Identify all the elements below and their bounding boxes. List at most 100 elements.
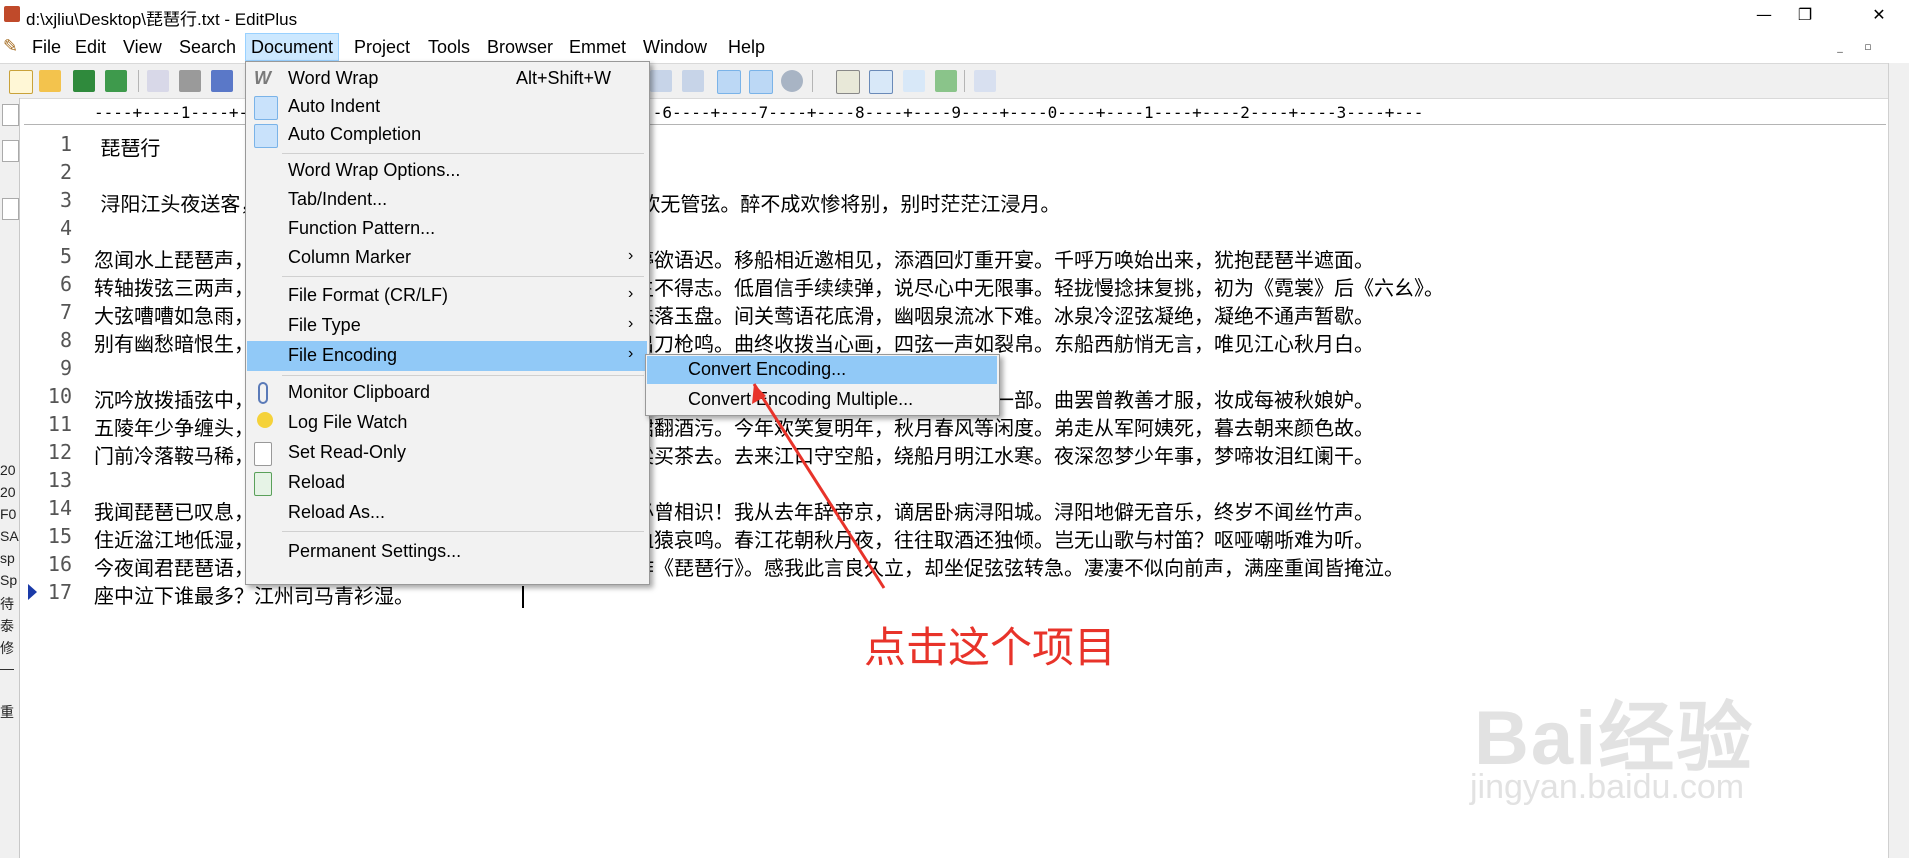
menu-item-auto-indent[interactable]: Auto Indent (247, 93, 647, 121)
spell-check-icon[interactable] (211, 70, 233, 92)
menu-project[interactable]: Project (349, 33, 415, 61)
open-folder-icon[interactable] (39, 70, 61, 92)
text-line: 琵琶行 (94, 136, 161, 160)
save-icon[interactable] (73, 70, 95, 92)
output-window-icon[interactable] (903, 70, 925, 92)
submenu-arrow-icon: › (628, 345, 634, 362)
panel-text: SA (0, 528, 19, 544)
panel-text: sp (0, 550, 15, 566)
menu-view[interactable]: View (118, 33, 167, 61)
baidu-jingyan-watermark: Bai经验 jingyan.baidu.com (1464, 640, 1884, 820)
menu-edit[interactable]: Edit (70, 33, 111, 61)
menu-item-column-marker[interactable]: Column Marker › (247, 244, 647, 272)
menu-item-tab-indent[interactable]: Tab/Indent... (247, 186, 647, 214)
browser-view-icon[interactable] (935, 70, 957, 92)
line-number: 1 (59, 132, 72, 156)
menu-separator (282, 375, 644, 376)
menu-item-convert-encoding-multiple[interactable]: Convert Encoding Multiple... (647, 386, 997, 414)
line-number: 7 (59, 300, 72, 324)
menu-file[interactable]: File (27, 33, 66, 61)
menu-item-monitor-clipboard[interactable]: Monitor Clipboard (247, 379, 647, 407)
menu-item-word-wrap-options[interactable]: Word Wrap Options... (247, 157, 647, 185)
side-panel-edge: 20 20 F0 SA sp Sp 待 泰 修 — 重 (0, 98, 20, 858)
auto-completion-icon (254, 124, 278, 148)
auto-completion-toggle-icon[interactable] (749, 70, 773, 94)
line-number: 14 (47, 496, 72, 520)
hex-view-icon[interactable] (650, 70, 672, 92)
window-title: d:\xjliu\Desktop\琵琶行.txt - EditPlus (26, 10, 298, 29)
line-number: 15 (47, 524, 72, 548)
menu-help[interactable]: Help (723, 33, 770, 61)
document-selector-icon[interactable] (836, 70, 860, 94)
title-bar: d:\xjliu\Desktop\琵琶行.txt - EditPlus — ❐ … (0, 0, 1909, 30)
close-button[interactable]: ✕ (1856, 2, 1902, 28)
line-number: 6 (59, 272, 72, 296)
word-wrap-icon: W (254, 68, 271, 88)
panel-text: 20 (0, 462, 16, 478)
menu-search[interactable]: Search (174, 33, 241, 61)
annotation-text: 点击这个项目 (864, 623, 1117, 672)
submenu-arrow-icon: › (628, 285, 634, 302)
help-cursor-icon[interactable] (974, 70, 996, 92)
toolbar-separator (812, 70, 813, 92)
panel-text: F0 (0, 506, 17, 522)
word-wrap-toolbar-icon[interactable] (682, 70, 704, 92)
toolbar-separator (138, 70, 139, 92)
panel-list-entry[interactable] (2, 198, 19, 220)
document-menu: W Word Wrap Alt+Shift+W Auto Indent Auto… (245, 61, 650, 585)
read-only-icon (254, 442, 272, 466)
menu-window[interactable]: Window (638, 33, 712, 61)
panel-text: 重 (0, 704, 14, 720)
pencil-icon: ✎ (3, 36, 19, 57)
maximize-button[interactable]: ❐ (1782, 2, 1828, 28)
auto-indent-icon (254, 96, 278, 120)
toolbar-separator (964, 70, 965, 92)
menu-item-function-pattern[interactable]: Function Pattern... (247, 215, 647, 243)
panel-text: 泰 (0, 618, 14, 634)
mdi-restore-button[interactable]: ▫ (1858, 37, 1878, 57)
vertical-scrollbar[interactable] (1888, 63, 1909, 858)
line-number: 12 (47, 440, 72, 464)
minimize-button[interactable]: — (1741, 2, 1787, 28)
panel-text: 修 (0, 640, 14, 656)
save-all-icon[interactable] (105, 70, 127, 92)
menu-item-reload-as[interactable]: Reload As... (247, 499, 647, 527)
menu-item-set-read-only[interactable]: Set Read-Only (247, 439, 647, 467)
menu-item-file-type[interactable]: File Type › (247, 312, 647, 340)
reload-icon (254, 472, 272, 496)
watermark-url: jingyan.baidu.com (1470, 768, 1745, 806)
indent-toggle-icon[interactable] (717, 70, 741, 94)
panel-text: Sp (0, 572, 18, 588)
menu-bar: ✎ File Edit View Search Document Project… (0, 33, 1909, 61)
line-number: 11 (47, 412, 72, 436)
menu-item-convert-encoding[interactable]: Convert Encoding... (647, 356, 997, 384)
line-number: 5 (59, 244, 72, 268)
panel-text: 20 (0, 484, 16, 500)
menu-separator (282, 153, 644, 154)
line-number: 4 (59, 216, 72, 240)
menu-item-file-encoding[interactable]: File Encoding › (247, 341, 647, 371)
new-file-icon[interactable] (9, 70, 33, 94)
menu-item-word-wrap[interactable]: W Word Wrap Alt+Shift+W (247, 65, 647, 93)
line-number: 16 (47, 552, 72, 576)
print-icon[interactable] (179, 70, 201, 92)
menu-item-log-file-watch[interactable]: Log File Watch (247, 409, 647, 437)
menu-item-auto-completion[interactable]: Auto Completion (247, 121, 647, 149)
directory-window-icon[interactable] (869, 70, 893, 94)
submenu-arrow-icon: › (628, 315, 634, 332)
settings-gear-icon[interactable] (781, 70, 803, 92)
menu-tools[interactable]: Tools (423, 33, 475, 61)
line-number: 9 (59, 356, 72, 380)
mdi-minimize-button[interactable]: _ (1830, 37, 1850, 57)
menu-emmet[interactable]: Emmet (564, 33, 631, 61)
menu-browser[interactable]: Browser (482, 33, 558, 61)
panel-expand-button[interactable] (2, 104, 19, 126)
line-number: 2 (59, 160, 72, 184)
menu-item-permanent-settings[interactable]: Permanent Settings... (247, 538, 647, 566)
clipboard-icon (258, 382, 268, 404)
print-preview-icon[interactable] (147, 70, 169, 92)
menu-item-reload[interactable]: Reload (247, 469, 647, 497)
panel-dropdown-button[interactable] (2, 140, 19, 162)
menu-document[interactable]: Document (245, 33, 340, 61)
menu-item-file-format[interactable]: File Format (CR/LF) › (247, 282, 647, 310)
